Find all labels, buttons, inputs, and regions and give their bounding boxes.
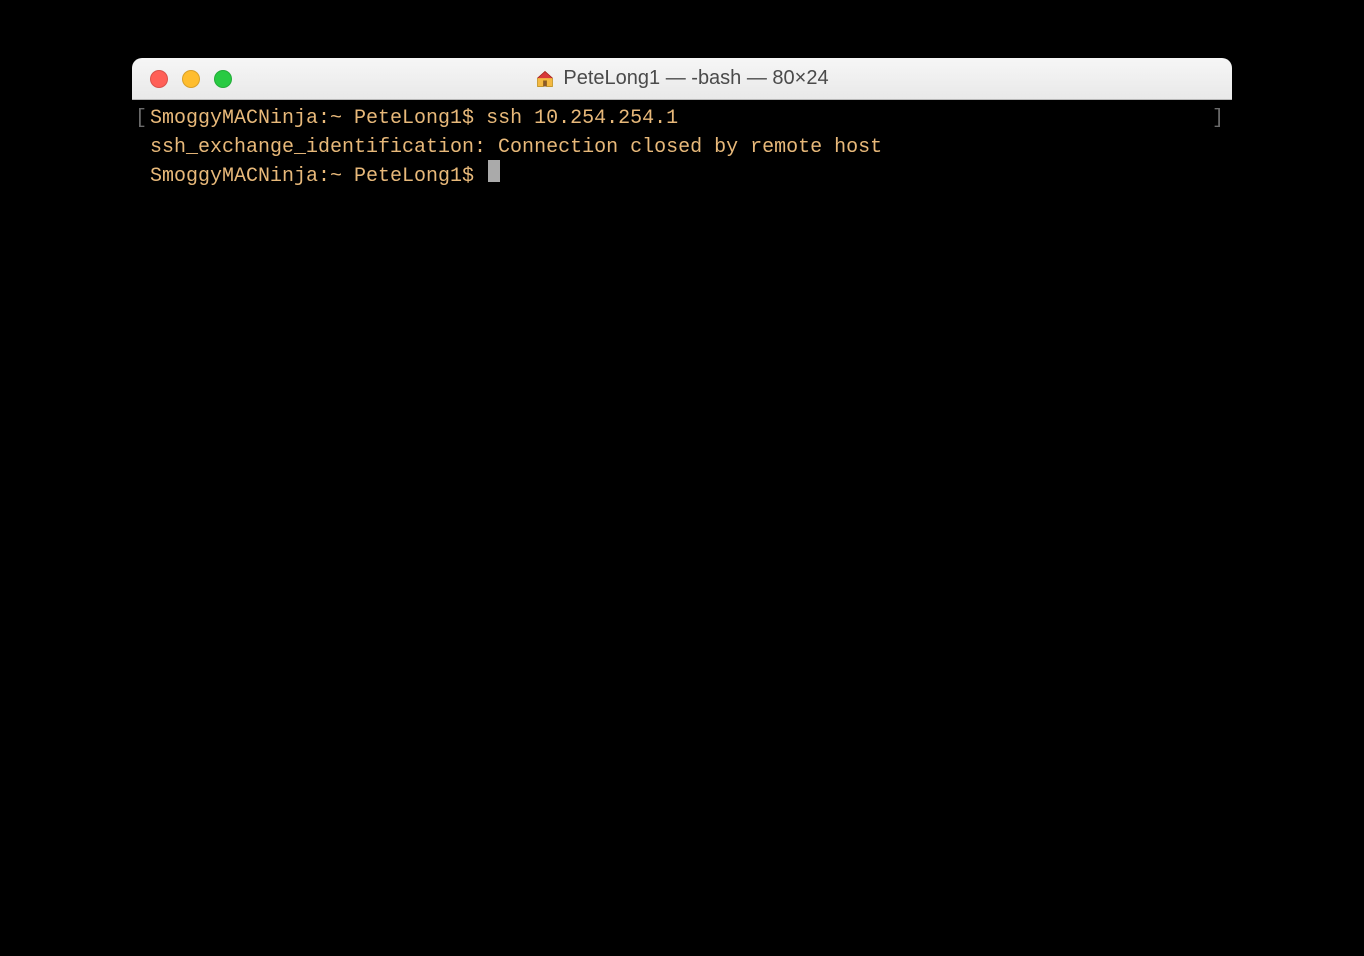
open-bracket: [ bbox=[135, 104, 147, 133]
window-title: PeteLong1 — -bash — 80×24 bbox=[563, 67, 828, 90]
close-bracket: ] bbox=[1212, 104, 1224, 133]
title-bar[interactable]: PeteLong1 — -bash — 80×24 bbox=[132, 58, 1232, 100]
home-icon bbox=[535, 69, 555, 89]
minimize-button[interactable] bbox=[182, 70, 200, 88]
terminal-body[interactable]: [ ] SmoggyMACNinja:~ PeteLong1$ ssh 10.2… bbox=[132, 100, 1232, 764]
shell-command: ssh 10.254.254.1 bbox=[486, 104, 678, 133]
zoom-button[interactable] bbox=[214, 70, 232, 88]
terminal-line: SmoggyMACNinja:~ PeteLong1$ ssh 10.254.2… bbox=[150, 104, 1224, 133]
traffic-lights bbox=[132, 70, 232, 88]
shell-prompt: SmoggyMACNinja:~ PeteLong1$ bbox=[150, 104, 486, 133]
terminal-line: SmoggyMACNinja:~ PeteLong1$ bbox=[150, 162, 1224, 191]
shell-prompt: SmoggyMACNinja:~ PeteLong1$ bbox=[150, 162, 486, 191]
shell-output: ssh_exchange_identification: Connection … bbox=[150, 133, 882, 162]
terminal-line: ssh_exchange_identification: Connection … bbox=[150, 133, 1224, 162]
terminal-window: PeteLong1 — -bash — 80×24 [ ] SmoggyMACN… bbox=[132, 58, 1232, 764]
close-button[interactable] bbox=[150, 70, 168, 88]
cursor bbox=[488, 160, 500, 182]
title-center: PeteLong1 — -bash — 80×24 bbox=[132, 67, 1232, 90]
